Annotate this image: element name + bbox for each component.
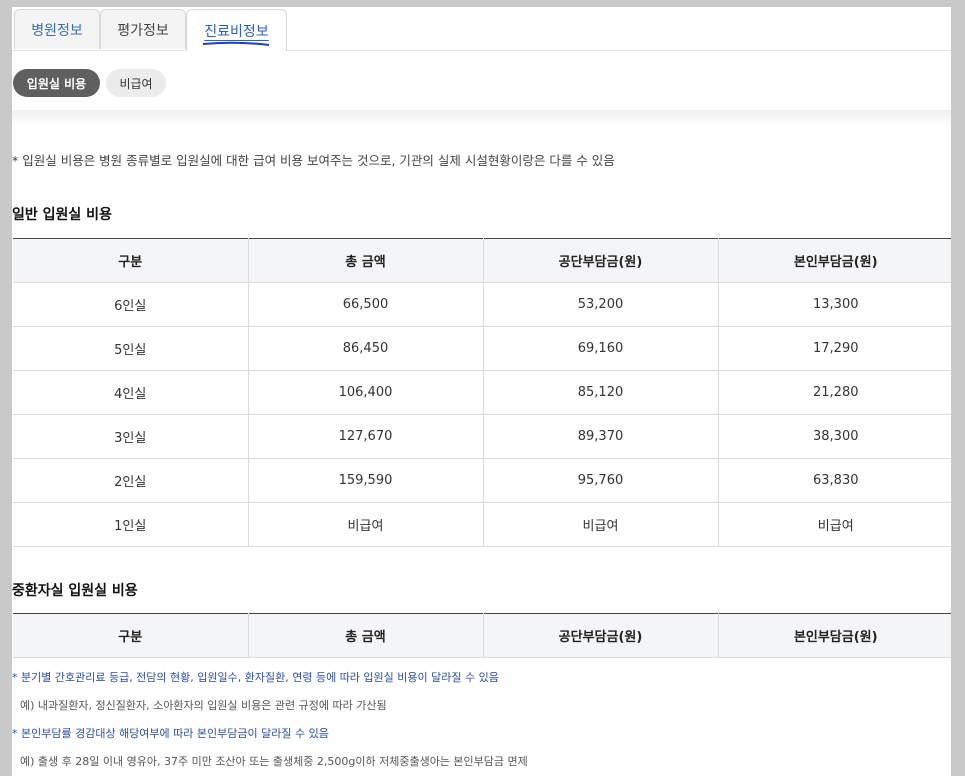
general-room-title: 일반 입원실 비용 bbox=[12, 207, 112, 223]
cell-patient-share: 17,290 bbox=[718, 326, 951, 371]
cell-total: 비급여 bbox=[248, 502, 484, 547]
cell-patient-share: 63,830 bbox=[718, 458, 951, 503]
cell-category: 3인실 bbox=[13, 414, 249, 459]
table-row: 6인실 66,500 53,200 13,300 bbox=[13, 282, 951, 327]
tab-active-underline bbox=[202, 41, 270, 46]
cell-total: 159,590 bbox=[248, 458, 484, 503]
section-divider bbox=[12, 110, 951, 126]
cell-insurer-share: 53,200 bbox=[483, 282, 719, 327]
cell-patient-share: 비급여 bbox=[718, 502, 951, 547]
cell-category: 6인실 bbox=[13, 282, 249, 327]
cell-patient-share: 38,300 bbox=[718, 414, 951, 459]
tab-bar: 병원정보 평가정보 진료비정보 bbox=[12, 7, 951, 51]
cell-total: 66,500 bbox=[248, 282, 484, 327]
tab-label: 병원정보 bbox=[31, 22, 83, 39]
table-row: 5인실 86,450 69,160 17,290 bbox=[13, 326, 951, 371]
subtab-room-cost[interactable]: 입원실 비용 bbox=[13, 69, 100, 97]
cell-total: 86,450 bbox=[248, 326, 484, 371]
header-total: 총 금액 bbox=[248, 613, 484, 658]
header-patient-share: 본인부담금(원) bbox=[718, 238, 951, 283]
note-copay-reduction: * 본인부담률 경감대상 해당여부에 따라 본인부담금이 달라질 수 있음 bbox=[12, 725, 329, 741]
header-total: 총 금액 bbox=[248, 238, 484, 283]
notice-text: * 입원실 비용은 병원 종류별로 입원실에 대한 급여 비용 보여주는 것으로… bbox=[12, 153, 615, 168]
table-header-row: 구분 총 금액 공단부담금(원) 본인부담금(원) bbox=[13, 613, 951, 658]
cell-patient-share: 13,300 bbox=[718, 282, 951, 327]
cell-category: 2인실 bbox=[13, 458, 249, 503]
table-row: 2인실 159,590 95,760 63,830 bbox=[13, 458, 951, 503]
header-patient-share: 본인부담금(원) bbox=[718, 613, 951, 658]
table-row: 4인실 106,400 85,120 21,280 bbox=[13, 370, 951, 415]
cell-insurer-share: 69,160 bbox=[483, 326, 719, 371]
table-row: 1인실 비급여 비급여 비급여 bbox=[13, 502, 951, 547]
note-example-surcharge: 예) 내과질환자, 정신질환자, 소아환자의 입원실 비용은 관련 규정에 따라… bbox=[20, 699, 387, 712]
cell-category: 5인실 bbox=[13, 326, 249, 371]
tab-label: 평가정보 bbox=[117, 22, 169, 39]
subtab-label: 비급여 bbox=[119, 76, 153, 91]
cell-total: 127,670 bbox=[248, 414, 484, 459]
cell-insurer-share: 89,370 bbox=[483, 414, 719, 459]
cell-insurer-share: 85,120 bbox=[483, 370, 719, 415]
icu-room-title: 중환자실 입원실 비용 bbox=[12, 583, 138, 599]
cell-category: 1인실 bbox=[13, 502, 249, 547]
subtab-non-covered[interactable]: 비급여 bbox=[106, 69, 166, 97]
cell-category: 4인실 bbox=[13, 370, 249, 415]
note-text: * 분기별 간호관리료 등급, 전담의 현황, 입원일수, 환자질환, 연령 등… bbox=[12, 671, 499, 684]
subtab-label: 입원실 비용 bbox=[26, 76, 87, 91]
cell-insurer-share: 95,760 bbox=[483, 458, 719, 503]
cell-insurer-share: 비급여 bbox=[483, 502, 719, 547]
header-category: 구분 bbox=[13, 613, 249, 658]
header-category: 구분 bbox=[13, 238, 249, 283]
tab-hospital-info[interactable]: 병원정보 bbox=[14, 9, 100, 49]
note-example-exemption: 예) 출생 후 28일 이내 영유아, 37주 미만 조산아 또는 출생체중 2… bbox=[20, 755, 528, 768]
cell-total: 106,400 bbox=[248, 370, 484, 415]
content-panel: 병원정보 평가정보 진료비정보 입원실 비용 비급여 * 입원실 비용은 병원 … bbox=[12, 7, 951, 776]
table-header-row: 구분 총 금액 공단부담금(원) 본인부담금(원) bbox=[13, 238, 951, 283]
header-insurer-share: 공단부담금(원) bbox=[483, 238, 719, 283]
tab-label: 진료비정보 bbox=[204, 23, 269, 40]
tab-evaluation-info[interactable]: 평가정보 bbox=[100, 9, 186, 49]
browser-frame: 병원정보 평가정보 진료비정보 입원실 비용 비급여 * 입원실 비용은 병원 … bbox=[0, 0, 965, 776]
general-room-table: 구분 총 금액 공단부담금(원) 본인부담금(원) 6인실 66,500 53,… bbox=[13, 238, 951, 547]
note-cost-variation: * 분기별 간호관리료 등급, 전담의 현황, 입원일수, 환자질환, 연령 등… bbox=[12, 669, 499, 685]
icu-room-table: 구분 총 금액 공단부담금(원) 본인부담금(원) bbox=[13, 613, 951, 658]
header-insurer-share: 공단부담금(원) bbox=[483, 613, 719, 658]
note-text: * 본인부담률 경감대상 해당여부에 따라 본인부담금이 달라질 수 있음 bbox=[12, 727, 329, 740]
table-row: 3인실 127,670 89,370 38,300 bbox=[13, 414, 951, 459]
cell-patient-share: 21,280 bbox=[718, 370, 951, 415]
